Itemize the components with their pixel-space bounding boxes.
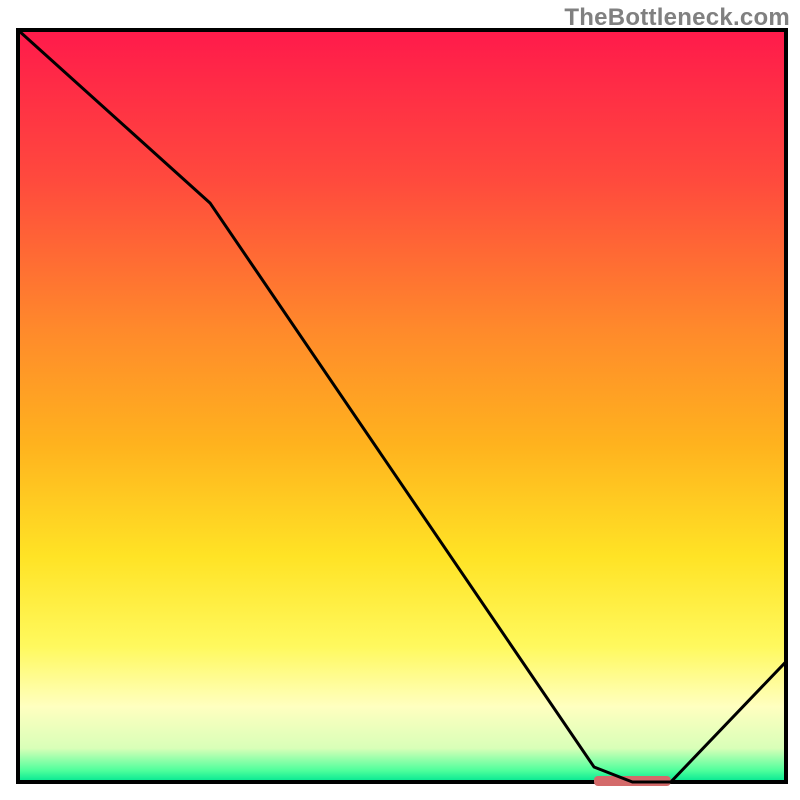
chart-frame: TheBottleneck.com: [0, 0, 800, 800]
bottleneck-chart: [0, 0, 800, 800]
watermark-label: TheBottleneck.com: [564, 4, 790, 32]
